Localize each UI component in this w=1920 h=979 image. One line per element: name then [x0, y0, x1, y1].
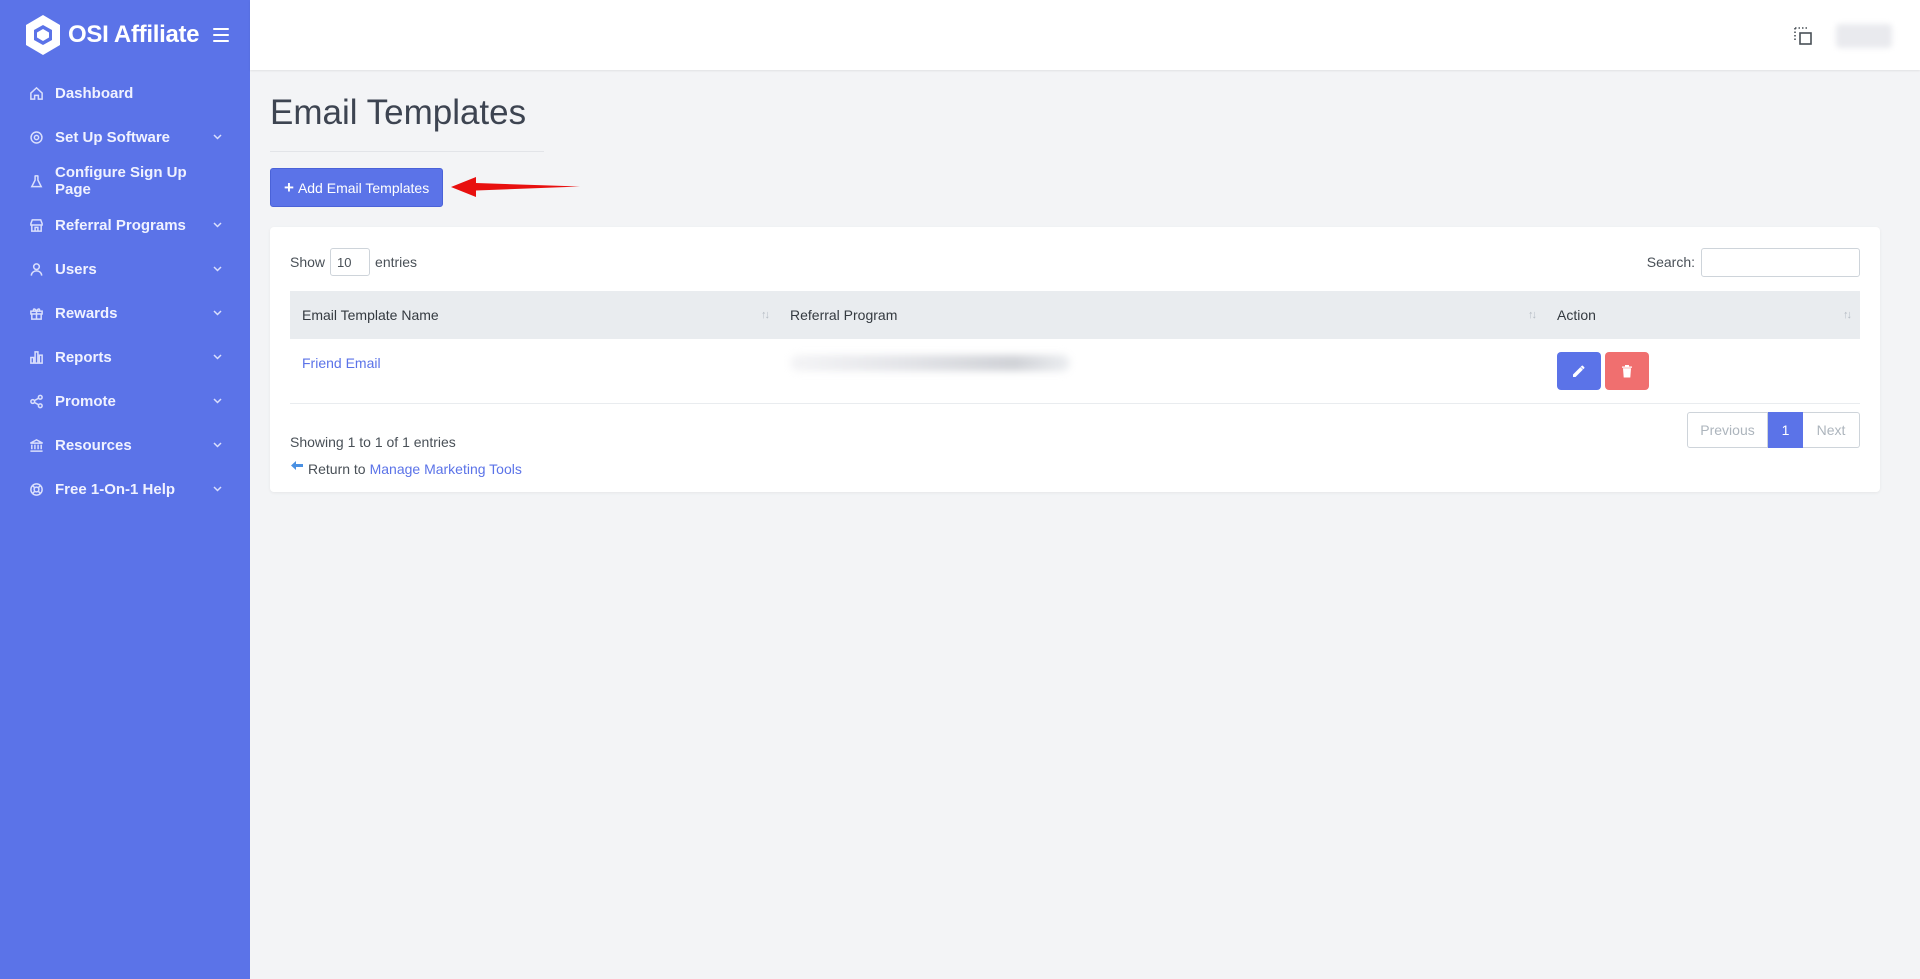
hexagon-logo-icon[interactable]: [24, 14, 62, 56]
gear-icon: [28, 129, 44, 145]
search-input[interactable]: [1701, 247, 1860, 277]
sidebar-item-dashboard[interactable]: Dashboard: [0, 71, 250, 115]
bar-chart-icon: [28, 349, 44, 365]
redacted-program-name: [790, 354, 1070, 371]
templates-table: Email Template Name ↑↓ Referral Program …: [290, 291, 1860, 404]
chevron-down-icon: [212, 308, 222, 318]
brand-name[interactable]: OSI Affiliate: [68, 21, 200, 49]
search-label: Search:: [1646, 254, 1695, 270]
sidebar-item-promote[interactable]: Promote: [0, 379, 250, 423]
table-controls: Show 10 entries Search:: [290, 247, 1860, 277]
bank-icon: [28, 437, 44, 453]
add-email-templates-button[interactable]: + Add Email Templates: [270, 168, 444, 207]
return-link-row: Return to Manage Marketing Tools: [290, 460, 522, 477]
sidebar-item-referral-programs[interactable]: Referral Programs: [0, 203, 250, 247]
back-arrow-icon: [291, 460, 303, 470]
pagination-next[interactable]: Next: [1803, 411, 1860, 448]
table-row: Friend Email: [290, 339, 1860, 403]
sort-icon: ↑↓: [1843, 309, 1852, 321]
sidebar-item-configure-sign-up-page[interactable]: Configure Sign Up Page: [0, 159, 250, 203]
share-icon: [28, 393, 44, 409]
return-prefix: Return to: [308, 460, 366, 477]
delete-button[interactable]: [1605, 351, 1649, 390]
chevron-down-icon: [212, 132, 222, 142]
brand: OSI Affiliate: [0, 0, 250, 70]
main-content: Email Templates + Add Email Templates Sh…: [270, 70, 1880, 492]
pagination: Previous 1 Next: [1687, 411, 1860, 448]
pagination-previous[interactable]: Previous: [1687, 411, 1768, 448]
sidebar-item-label: Dashboard: [55, 84, 134, 102]
edit-button[interactable]: [1557, 351, 1601, 390]
pagination-page-1[interactable]: 1: [1768, 411, 1803, 448]
chevron-down-icon: [212, 440, 222, 450]
chevron-down-icon: [212, 396, 222, 406]
chevron-down-icon: [212, 264, 222, 274]
sidebar-item-label: Promote: [55, 392, 116, 410]
referral-program-cell: [778, 339, 1545, 403]
sidebar-item-resources[interactable]: Resources: [0, 423, 250, 467]
column-header-template-name[interactable]: Email Template Name ↑↓: [290, 291, 778, 339]
lifebuoy-icon: [28, 481, 44, 497]
manage-marketing-tools-link[interactable]: Manage Marketing Tools: [370, 461, 522, 477]
page-title: Email Templates: [270, 93, 544, 152]
store-icon: [28, 217, 44, 233]
column-header-action[interactable]: Action ↑↓: [1545, 291, 1860, 339]
trash-icon: [1622, 364, 1632, 378]
chevron-down-icon: [212, 352, 222, 362]
sidebar-item-users[interactable]: Users: [0, 247, 250, 291]
sidebar-item-label: Users: [55, 260, 97, 278]
plus-icon: +: [284, 177, 294, 197]
sidebar-nav: Dashboard Set Up Software Configure Sign…: [0, 71, 250, 511]
entries-length: Show 10 entries: [290, 248, 417, 276]
pencil-icon: [1573, 365, 1585, 377]
sidebar-item-reports[interactable]: Reports: [0, 335, 250, 379]
annotation-arrow-icon: [451, 177, 580, 197]
add-row: + Add Email Templates: [270, 168, 1880, 207]
sidebar-item-label: Configure Sign Up Page: [55, 164, 187, 198]
sidebar-item-label: Free 1-On-1 Help: [55, 480, 176, 498]
topbar: [250, 0, 1920, 70]
sidebar-item-free-help[interactable]: Free 1-On-1 Help: [0, 467, 250, 511]
table-footer: Showing 1 to 1 of 1 entries Return to Ma…: [290, 411, 1860, 477]
sidebar-item-label: Set Up Software: [55, 128, 171, 146]
sidebar-item-rewards[interactable]: Rewards: [0, 291, 250, 335]
sidebar-item-label: Rewards: [55, 304, 118, 322]
chevron-down-icon: [212, 484, 222, 494]
gift-icon: [28, 305, 44, 321]
show-label: Show: [290, 254, 326, 270]
entries-select[interactable]: 10: [330, 248, 371, 276]
sidebar-item-label: Reports: [55, 348, 112, 366]
table-info: Showing 1 to 1 of 1 entries: [290, 433, 456, 450]
search-box: Search:: [1646, 247, 1860, 277]
column-header-referral-program[interactable]: Referral Program ↑↓: [778, 291, 1545, 339]
template-name-link[interactable]: Friend Email: [302, 355, 381, 371]
add-button-label: Add Email Templates: [297, 179, 430, 196]
template-name-cell: Friend Email: [290, 339, 778, 403]
entries-label: entries: [375, 254, 418, 270]
hamburger-menu-icon[interactable]: [213, 28, 230, 42]
user-icon: [28, 261, 44, 277]
sidebar: OSI Affiliate Dashboard Set Up Software …: [0, 0, 250, 979]
action-cell: [1545, 339, 1860, 403]
sort-icon: ↑↓: [761, 309, 770, 321]
sidebar-item-label: Resources: [55, 436, 132, 454]
flask-icon: [28, 173, 44, 189]
table-header-row: Email Template Name ↑↓ Referral Program …: [290, 291, 1860, 339]
sort-icon: ↑↓: [1528, 309, 1537, 321]
home-icon: [28, 85, 44, 101]
chevron-down-icon: [212, 220, 222, 230]
sidebar-item-set-up-software[interactable]: Set Up Software: [0, 115, 250, 159]
sidebar-item-label: Referral Programs: [55, 216, 186, 234]
user-avatar[interactable]: [1836, 24, 1892, 48]
fullscreen-icon[interactable]: [1793, 26, 1813, 46]
templates-card: Show 10 entries Search: Email Template N…: [270, 227, 1880, 492]
